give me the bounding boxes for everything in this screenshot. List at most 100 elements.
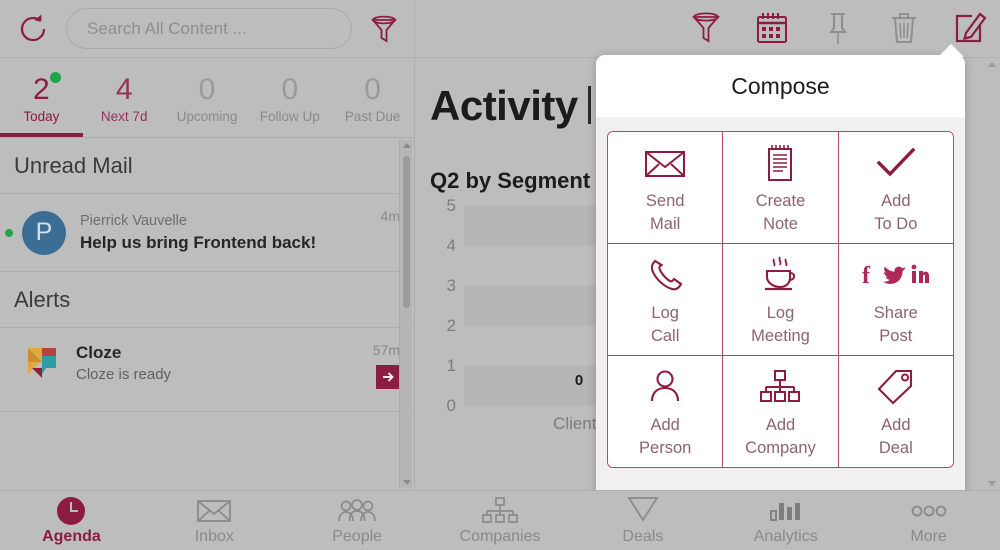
refresh-icon[interactable] (16, 12, 50, 46)
scroll-down-arrow-icon[interactable] (988, 481, 996, 486)
people-icon (337, 496, 377, 526)
pane-divider (415, 0, 416, 58)
y-tick: 2 (446, 316, 456, 335)
compose-send-mail-button[interactable]: Send Mail (608, 132, 723, 243)
app-root: 2 Today 4 Next 7d 0 Upcoming 0 Follow Up… (0, 0, 1000, 550)
bottom-navigation: Agenda Inbox People Companies Deals Anal… (0, 490, 1000, 550)
tab-today-label: Today (23, 108, 60, 124)
nav-label-companies: Companies (459, 527, 541, 545)
facebook-icon: f (862, 263, 871, 288)
compose-label-line2: Mail (650, 214, 681, 233)
compose-label-line2: Call (650, 326, 680, 345)
tag-icon (876, 365, 916, 409)
compose-label-line1: Send (645, 191, 685, 210)
clock-icon (55, 496, 87, 526)
compose-add-person-button[interactable]: Add Person (608, 356, 723, 467)
trash-icon[interactable] (884, 6, 924, 50)
compose-create-note-button[interactable]: Create Note (722, 132, 838, 243)
nav-item-deals[interactable]: Deals (571, 491, 714, 550)
alert-row-meta: 57m (373, 342, 400, 389)
note-icon (763, 141, 797, 185)
tab-today-count: 2 (33, 71, 61, 106)
avatar: P (22, 210, 66, 255)
compose-label-line2: To Do (874, 214, 918, 233)
tab-today[interactable]: 2 Today (0, 58, 83, 137)
scroll-up-arrow-icon[interactable] (403, 143, 411, 148)
nav-item-more[interactable]: More (857, 491, 1000, 550)
compose-label-line2: Deal (878, 438, 913, 457)
top-toolbar (0, 0, 1000, 58)
nav-item-people[interactable]: People (286, 491, 429, 550)
tab-followup[interactable]: 0 Follow Up (248, 58, 331, 137)
scroll-down-arrow-icon[interactable] (403, 480, 411, 485)
alert-title: Cloze (76, 343, 122, 362)
tab-followup-count: 0 (281, 72, 299, 106)
y-tick: 0 (446, 396, 456, 415)
tab-next7d-count: 4 (115, 72, 133, 106)
chart-title: Q2 by Segment (430, 168, 591, 193)
nav-item-companies[interactable]: Companies (429, 491, 572, 550)
unread-dot-icon (5, 228, 13, 237)
tab-pastdue-label: Past Due (344, 108, 401, 124)
popup-pointer-arrow (938, 44, 964, 57)
calendar-icon[interactable] (752, 6, 792, 50)
y-tick: 4 (446, 236, 456, 255)
filter-icon[interactable] (686, 6, 726, 50)
coffee-cup-icon (759, 253, 801, 297)
compose-label-line2: Company (745, 438, 816, 457)
alert-row-text: Cloze Cloze is ready (76, 342, 373, 385)
mail-timestamp: 4m (380, 208, 400, 224)
arrow-right-icon[interactable] (376, 365, 400, 389)
tab-pastdue-count: 0 (364, 72, 381, 106)
section-header-alerts: Alerts (0, 272, 414, 328)
tab-upcoming-count: 0 (198, 72, 216, 106)
tab-next7d[interactable]: 4 Next 7d (83, 58, 166, 137)
compose-share-post-button[interactable]: f Share Post (837, 244, 953, 355)
tab-upcoming[interactable]: 0 Upcoming (166, 58, 249, 137)
compose-label-line2: Person (639, 438, 692, 457)
tab-upcoming-label: Upcoming (176, 108, 238, 124)
nav-item-agenda[interactable]: Agenda (0, 491, 143, 550)
filter-icon[interactable] (366, 11, 402, 47)
compose-row: Send Mail Create Note Add To Do (608, 132, 953, 243)
checkmark-icon (875, 141, 917, 185)
org-chart-icon (481, 496, 519, 526)
scroll-up-arrow-icon[interactable] (988, 62, 996, 67)
nav-item-inbox[interactable]: Inbox (143, 491, 286, 550)
list-item[interactable]: P Pierrick Vauvelle Help us bring Fronte… (0, 194, 414, 272)
nav-label-analytics: Analytics (753, 527, 818, 545)
compose-popup: Compose Send Mail Create Note Add To Do … (596, 55, 965, 501)
tag-icon (625, 496, 661, 526)
envelope-icon (196, 496, 232, 526)
center-pane-scrollbar[interactable] (985, 60, 998, 488)
compose-label-line2: Post (879, 326, 913, 345)
compose-add-company-button[interactable]: Add Company (722, 356, 838, 467)
phone-icon (646, 253, 684, 297)
compose-label-line2: Meeting (751, 326, 810, 345)
list-item[interactable]: Cloze Cloze is ready 57m (0, 328, 414, 412)
mail-subject: Help us bring Frontend back! (80, 233, 317, 252)
nav-label-agenda: Agenda (42, 527, 101, 545)
compose-label-line1: Share (873, 303, 918, 322)
tab-pastdue[interactable]: 0 Past Due (331, 58, 414, 137)
search-input[interactable] (66, 8, 352, 49)
twitter-icon (882, 266, 905, 284)
compose-add-deal-button[interactable]: Add Deal (837, 356, 953, 467)
page-title: Activity (430, 82, 578, 129)
envelope-icon (644, 141, 686, 185)
compose-label-line1: Create (755, 191, 806, 210)
mail-row-text: Pierrick Vauvelle Help us bring Frontend… (80, 211, 381, 254)
compose-add-todo-button[interactable]: Add To Do (837, 132, 953, 243)
svg-text:f: f (862, 263, 871, 288)
pin-icon[interactable] (818, 6, 858, 50)
compose-row: Log Call Log Meeting f Share Post (608, 243, 953, 355)
compose-log-call-button[interactable]: Log Call (608, 244, 723, 355)
bar-data-label: 0 (574, 372, 584, 389)
compose-popup-title: Compose (596, 55, 965, 117)
compose-log-meeting-button[interactable]: Log Meeting (722, 244, 838, 355)
chart-y-axis: 5 4 3 2 1 0 (430, 196, 456, 415)
scrollbar-thumb[interactable] (403, 156, 410, 308)
left-panel-scrollbar[interactable] (399, 140, 412, 488)
nav-item-analytics[interactable]: Analytics (714, 491, 857, 550)
alert-timestamp: 57m (372, 342, 400, 358)
